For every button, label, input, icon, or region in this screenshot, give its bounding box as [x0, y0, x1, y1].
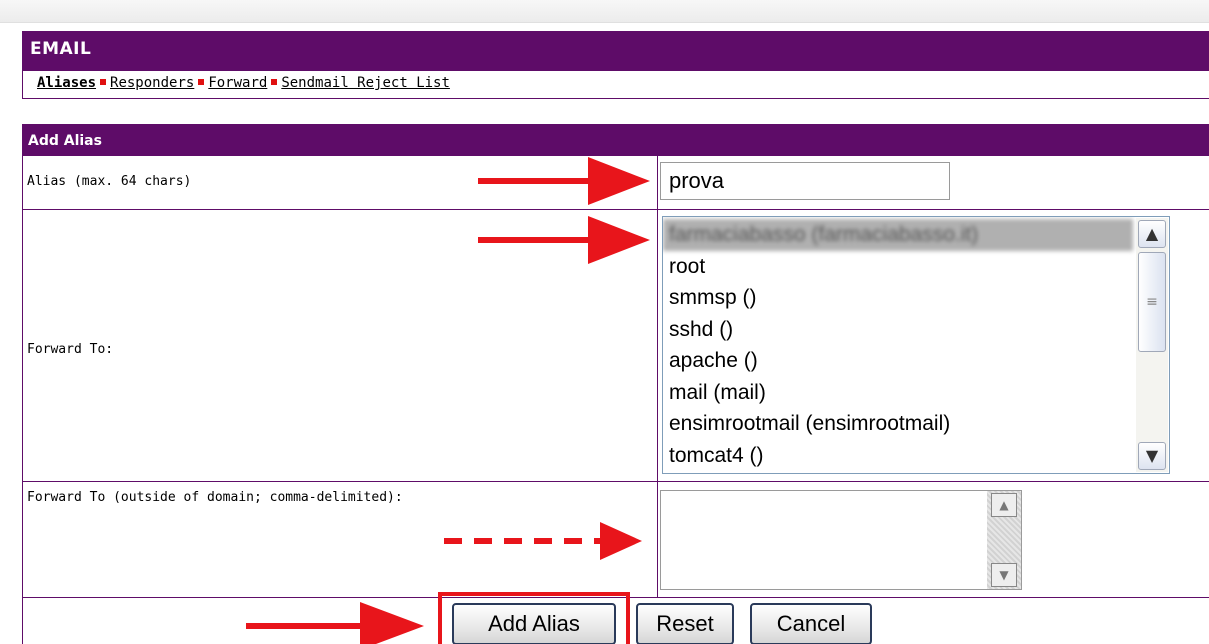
- page: EMAIL Aliases Responders Forward Sendmail R…: [0, 0, 1209, 644]
- arrow-head-icon: [588, 157, 650, 205]
- arrow-head-icon: [360, 602, 424, 644]
- arrow-head-icon: [588, 216, 650, 264]
- arrow-head-icon: [600, 522, 642, 560]
- annotation-arrows: [246, 157, 650, 644]
